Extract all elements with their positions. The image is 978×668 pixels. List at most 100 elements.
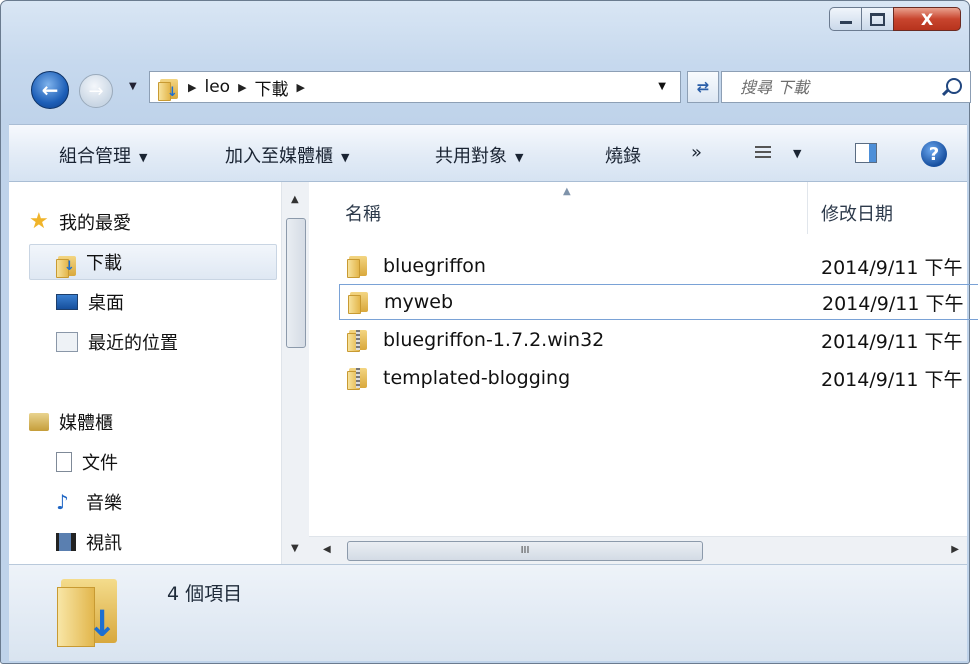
address-dropdown-icon[interactable]: ▼ [658,81,666,92]
zip-folder-icon [347,327,371,353]
video-icon [56,533,76,551]
file-row[interactable]: bluegriffon 2014/9/11 下午 [339,248,978,284]
organize-menu[interactable]: 組合管理 ▼ [59,142,147,168]
scroll-left-icon[interactable]: ◀ [323,544,331,555]
column-name-header[interactable]: 名稱 [345,200,381,226]
include-in-library-menu[interactable]: 加入至媒體櫃 ▼ [225,142,349,168]
file-name: bluegriffon [383,255,486,277]
sidebar-item-label: 視訊 [86,533,122,554]
breadcrumb-separator-icon[interactable]: ▶ [238,81,246,94]
scroll-right-icon[interactable]: ▶ [951,544,959,555]
breadcrumb-downloads[interactable]: 下載 [255,75,289,100]
sidebar-item-label: 下載 [86,253,122,274]
preview-pane-icon[interactable] [855,143,877,163]
navigation-scrollbar[interactable]: ▲ ▼ [281,182,309,564]
refresh-icon: ⇄ [696,78,710,96]
search-box [721,71,971,103]
breadcrumb-separator-icon[interactable]: ▶ [297,81,305,94]
libraries-icon [29,413,49,431]
file-row[interactable]: bluegriffon-1.7.2.win32 2014/9/11 下午 [339,322,978,358]
include-in-library-label: 加入至媒體櫃 [225,146,333,167]
document-icon [56,452,72,472]
breadcrumb-leo[interactable]: leo [204,77,230,97]
burn-button[interactable]: 燒錄 [605,142,641,168]
file-row[interactable]: templated-blogging 2014/9/11 下午 [339,360,978,396]
sidebar-item-music[interactable]: ♪ 音樂 [29,484,277,520]
close-icon: X [920,9,934,29]
minimize-button[interactable] [829,7,861,31]
scroll-down-icon[interactable]: ▼ [291,543,299,554]
chevron-down-icon: ▼ [515,150,524,164]
file-date: 2014/9/11 下午 [821,330,963,353]
star-icon: ★ [29,209,49,234]
organize-label: 組合管理 [59,146,131,167]
scrollbar-thumb[interactable] [286,218,306,348]
downloads-folder-icon: ↓ [56,253,76,278]
refresh-button[interactable]: ⇄ [687,71,719,103]
column-date-header[interactable]: 修改日期 [821,200,893,226]
sidebar-item-favorites[interactable]: ★ 我的最愛 [29,204,277,240]
more-commands-button[interactable]: » [691,142,702,163]
help-icon[interactable]: ? [921,141,947,167]
horizontal-scrollbar[interactable]: ◀ III ▶ [309,536,967,564]
scrollbar-thumb[interactable]: III [347,541,703,561]
forward-button[interactable]: → [79,74,113,108]
sidebar-item-videos[interactable]: 視訊 [29,524,277,560]
search-input[interactable] [738,76,932,98]
explorer-window: X ← → ▼ ↓ ▶ leo ▶ 下載 ▶ ▼ ⇄ 組合管理 ▼ [0,0,978,664]
change-view-button[interactable] [755,146,771,160]
breadcrumb-separator-icon[interactable]: ▶ [188,81,196,94]
search-icon[interactable] [946,78,962,94]
window-controls: X [829,7,961,31]
sort-ascending-icon: ▲ [563,186,571,197]
folder-icon [348,289,372,315]
file-date: 2014/9/11 下午 [822,292,964,315]
sidebar-item-documents[interactable]: 文件 [29,444,277,480]
minimize-icon [839,21,852,24]
view-options-chevron-icon[interactable]: ▼ [793,147,801,160]
sidebar-item-desktop[interactable]: 桌面 [29,284,277,320]
back-button[interactable]: ← [31,71,69,109]
file-name: myweb [384,291,454,313]
scroll-up-icon[interactable]: ▲ [291,194,299,205]
downloads-folder-icon: ↓ [57,577,123,651]
desktop-icon [56,294,78,310]
sidebar-item-libraries[interactable]: 媒體櫃 [29,404,277,440]
maximize-icon [870,12,885,26]
sidebar-item-downloads[interactable]: ↓ 下載 [29,244,277,280]
chevron-down-icon: ▼ [341,150,350,164]
item-count: 4 個項目 [167,583,243,605]
sidebar-item-label: 我的最愛 [59,213,131,234]
navigation-pane: ★ 我的最愛 ↓ 下載 桌面 最近的位置 媒體櫃 文件 ♪ 音樂 視訊 [9,182,281,564]
back-arrow-icon: ← [41,78,59,102]
share-with-label: 共用對象 [435,146,507,167]
zip-folder-icon [347,365,371,391]
file-name: bluegriffon-1.7.2.win32 [383,329,605,351]
burn-label: 燒錄 [605,146,641,167]
sidebar-item-recent-places[interactable]: 最近的位置 [29,324,277,360]
music-icon: ♪ [56,490,69,514]
file-name: templated-blogging [383,367,571,389]
content-area: ★ 我的最愛 ↓ 下載 桌面 最近的位置 媒體櫃 文件 ♪ 音樂 視訊 ▲ ▼ … [9,182,978,564]
close-button[interactable]: X [893,7,961,31]
forward-arrow-icon: → [88,80,104,102]
file-row[interactable]: myweb 2014/9/11 下午 [339,284,978,320]
address-bar[interactable]: ↓ ▶ leo ▶ 下載 ▶ ▼ [149,71,681,103]
chevron-down-icon: ▼ [139,150,148,164]
folder-icon [347,253,371,279]
file-list: ▲ 名稱 修改日期 bluegriffon 2014/9/11 下午 myweb… [309,182,978,564]
sidebar-item-label: 文件 [82,453,118,474]
column-header: ▲ 名稱 修改日期 [309,182,967,234]
command-bar: 組合管理 ▼ 加入至媒體櫃 ▼ 共用對象 ▼ 燒錄 » ▼ ? [9,124,967,182]
sidebar-item-label: 媒體櫃 [59,413,113,434]
downloads-folder-icon: ↓ [158,76,180,101]
file-date: 2014/9/11 下午 [821,368,963,391]
maximize-button[interactable] [861,7,893,31]
recent-pages-button[interactable]: ▼ [129,81,137,92]
chevron-down-icon: ▼ [129,81,137,92]
more-label: » [691,142,703,163]
sidebar-item-label: 桌面 [88,293,124,314]
navigation-bar: ← → ▼ ↓ ▶ leo ▶ 下載 ▶ ▼ ⇄ [31,71,971,109]
share-with-menu[interactable]: 共用對象 ▼ [435,142,523,168]
sidebar-item-label: 音樂 [86,493,122,514]
